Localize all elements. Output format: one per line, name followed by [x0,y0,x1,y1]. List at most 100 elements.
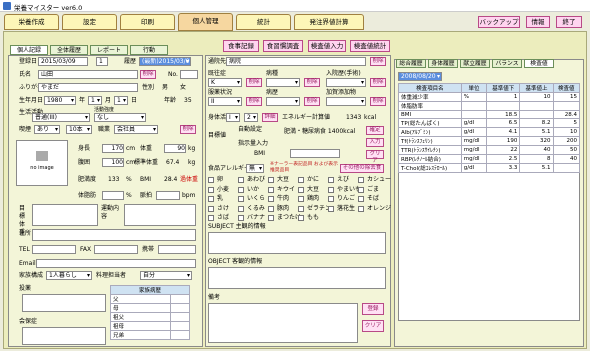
kana-field[interactable]: やまだ [38,83,138,92]
allergen-checkbox[interactable] [358,186,364,193]
auto-radio[interactable]: 自動設定 [238,126,262,134]
allergen-checkbox[interactable] [208,205,214,212]
family-select[interactable]: 1人暮らし [46,271,92,280]
exit-button[interactable]: 終了 [556,16,582,28]
allergen-checkbox[interactable] [298,205,304,212]
subtab-record[interactable]: 個人記録 [10,45,48,55]
photo-placeholder[interactable]: no image [16,140,68,186]
tab-print[interactable]: 印刷 [120,14,175,30]
med-delete-button[interactable]: 削除 [246,97,262,106]
allergen-checkbox[interactable] [268,186,274,193]
info-button[interactable]: 情報 [526,16,550,28]
disease-delete-button[interactable]: 削除 [246,78,262,87]
rtab-balance[interactable]: バランス [492,59,522,68]
tel-field[interactable] [32,245,76,254]
height-field[interactable]: 170 [102,144,124,153]
table-row[interactable]: TTR(ﾄﾗﾝｽｻｲﾚﾁﾝ) mg/dl 22 40 50 [398,145,581,155]
allergen-checkbox[interactable] [328,177,334,183]
register-button[interactable]: 登録 [362,303,384,315]
confirm-button[interactable]: 確定 [366,126,384,135]
waist-field[interactable]: 100 [102,158,124,167]
object-field[interactable] [208,267,386,289]
subject-field[interactable] [208,232,386,254]
rtab-menu[interactable]: 献立履歴 [460,59,490,68]
tab-settings[interactable]: 設定 [62,14,117,30]
clear-button[interactable]: クリア [366,150,384,164]
allergen-checkbox[interactable] [328,205,334,212]
input-button[interactable]: 入力 [366,138,384,147]
disease-type-select[interactable] [266,78,300,87]
subtab-report[interactable]: レポート [90,45,128,55]
subtab-history[interactable]: 全体履歴 [50,45,88,55]
allergen-checkbox[interactable] [238,205,244,212]
address-field[interactable] [32,229,196,241]
hospitalized-delete-button[interactable]: 削除 [370,78,386,87]
pulse-field[interactable] [156,191,180,200]
tab-stats[interactable]: 統計 [236,14,291,30]
history-select[interactable]: (最新)2015/03/09 [139,57,191,66]
cigarette-select[interactable]: 10本 [66,125,92,134]
smoking-select[interactable]: あり [34,125,60,134]
email-field[interactable] [36,259,196,268]
disease-select[interactable]: K [208,78,242,87]
med-select[interactable]: II [208,97,242,106]
subtab-action[interactable]: 行動 [130,45,168,55]
rtab-tests[interactable]: 検査値 [524,59,554,68]
intensity-select[interactable]: なし [94,113,146,122]
job-select[interactable]: 会社員 [114,125,158,134]
male-radio[interactable]: 男 [162,84,168,92]
manual-radio[interactable]: 指示量入力 [238,140,268,148]
mobile-field[interactable] [158,245,196,254]
test-date-select[interactable]: 2008/08/20 [398,72,442,81]
table-row[interactable]: Alb(ｱﾙﾌﾞﾐﾝ) g/dl 4.1 5.1 10 [398,127,581,137]
meal-record-button[interactable]: 食事記録 [223,40,259,52]
table-row[interactable]: Tf(ﾄﾗﾝｽﾌｪﾘﾝ) mg/dl 190 320 200 [398,136,581,146]
rtab-overall[interactable]: 総合履歴 [396,59,426,68]
bmi-field[interactable] [290,149,340,158]
fax-field[interactable] [94,245,138,254]
tab-personal[interactable]: 個人管理 [178,13,233,31]
hospitalized-select[interactable] [326,78,366,87]
allergen-checkbox[interactable] [268,205,274,212]
allergen-checkbox[interactable] [238,177,244,183]
allergen-checkbox[interactable] [238,186,244,193]
allergen-checkbox[interactable] [358,196,364,202]
allergen-checkbox[interactable] [298,186,304,193]
rtab-body[interactable]: 身体履歴 [428,59,458,68]
activity-lvl2-select[interactable]: 2 [244,113,258,122]
allergen-checkbox[interactable] [268,177,274,183]
job-delete-button[interactable]: 削除 [180,125,196,134]
table-row[interactable]: RBP(ﾚﾁﾉｰﾙ結合) mg/dl 2.5 8 40 [398,154,581,164]
name-field[interactable]: 山田 [38,70,138,79]
disease-type-delete-button[interactable]: 削除 [304,78,320,87]
weight-field[interactable]: 90 [164,144,186,153]
allergen-checkbox[interactable] [298,177,304,183]
table-row[interactable]: 体脂肪率 [398,101,581,111]
reg-date-field[interactable]: 2015/03/09 [38,57,88,66]
allergen-checkbox[interactable] [208,215,214,221]
allergy-select[interactable]: 無 [246,164,264,173]
allergen-checkbox[interactable] [238,196,244,202]
allergen-checkbox[interactable] [358,205,364,212]
test-stats-button[interactable]: 検査値統計 [350,40,390,52]
meeting-field[interactable] [22,327,106,345]
name-delete-button[interactable]: 削除 [140,70,156,79]
exercise-field[interactable] [124,204,196,226]
count-field[interactable]: 1 [96,57,108,66]
remarks-field[interactable] [208,303,358,343]
allergen-checkbox[interactable] [208,186,214,193]
other-allergy-button[interactable]: その他の除去食 [340,164,384,173]
birth-year-select[interactable]: 1980 [44,96,76,105]
table-row[interactable]: TP(総たんぱく) g/dl 6.5 8.2 5 [398,118,581,128]
supplement-delete-button[interactable]: 削除 [370,97,386,106]
female-radio[interactable]: 女 [180,84,186,92]
backup-button[interactable]: バックアップ [478,16,520,28]
fat-field[interactable] [102,191,124,200]
allergen-checkbox[interactable] [238,215,244,221]
table-row[interactable]: BMI 18.5 28.4 [398,110,581,119]
goal-field[interactable] [32,204,98,226]
history-select-mid[interactable] [266,97,300,106]
allergen-checkbox[interactable] [298,196,304,202]
supplement-select[interactable] [326,97,366,106]
allergen-checkbox[interactable] [208,177,214,183]
